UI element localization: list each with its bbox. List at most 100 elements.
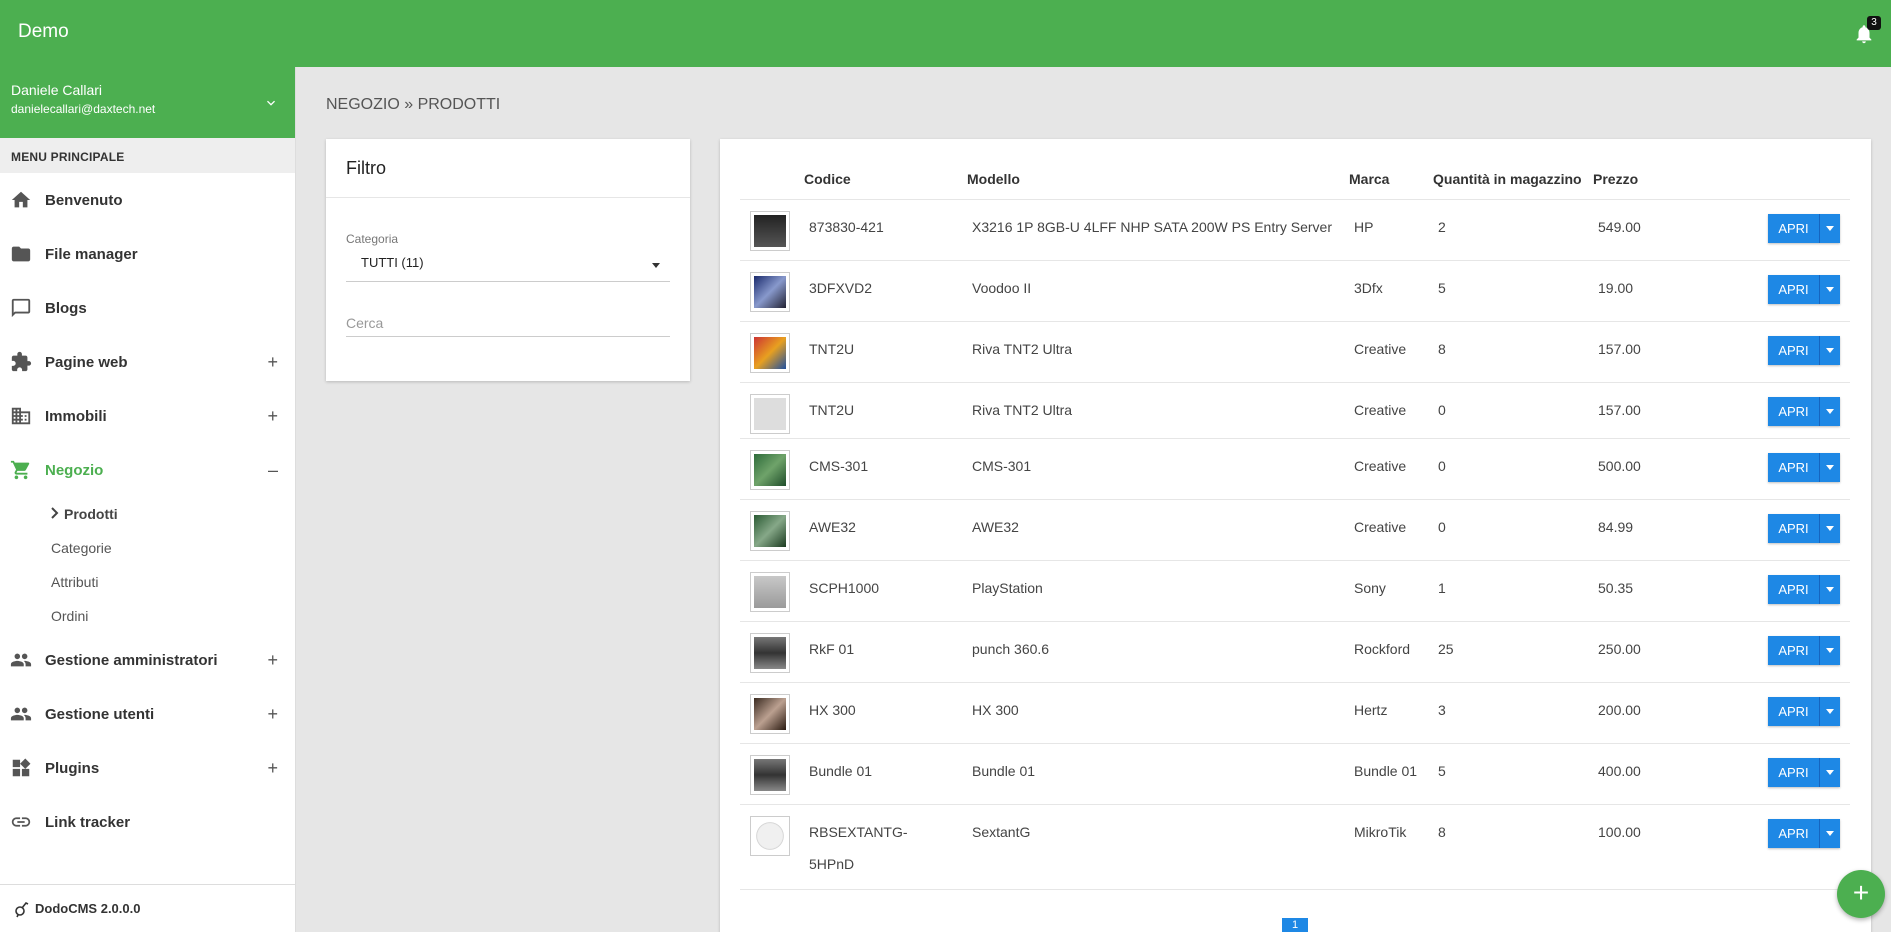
sidebar-item-immobili[interactable]: Immobili + — [0, 389, 295, 443]
open-button[interactable]: APRI — [1768, 214, 1820, 243]
dropdown-toggle-button[interactable] — [1820, 758, 1840, 787]
product-price: 19.00 — [1598, 280, 1634, 296]
sidebar-subitem-categorie[interactable]: Categorie — [0, 531, 295, 565]
header-qty[interactable]: Quantità in magazzino — [1433, 171, 1582, 187]
menu-header: MENU PRINCIPALE — [0, 138, 295, 173]
open-button[interactable]: APRI — [1768, 819, 1820, 848]
dropdown-toggle-button[interactable] — [1820, 575, 1840, 604]
open-button[interactable]: APRI — [1768, 336, 1820, 365]
sidebar-item-label: Gestione amministratori — [45, 651, 218, 669]
category-select-value: TUTTI (11) — [361, 255, 424, 270]
product-code: AWE32 — [809, 519, 856, 535]
product-code: CMS-301 — [809, 458, 869, 474]
open-button[interactable]: APRI — [1768, 453, 1820, 482]
dropdown-toggle-button[interactable] — [1820, 697, 1840, 726]
open-button[interactable]: APRI — [1768, 636, 1820, 665]
sidebar-item-pagine-web[interactable]: Pagine web + — [0, 335, 295, 389]
header-brand[interactable]: Marca — [1349, 171, 1389, 187]
product-image — [754, 454, 786, 486]
sidebar-item-file-manager[interactable]: File manager — [0, 227, 295, 281]
product-price: 200.00 — [1598, 702, 1641, 718]
row-actions: APRI — [1768, 214, 1840, 243]
open-button[interactable]: APRI — [1768, 575, 1820, 604]
category-select[interactable]: TUTTI (11) — [346, 248, 670, 282]
sidebar-subitem-ordini[interactable]: Ordini — [0, 599, 295, 633]
open-button[interactable]: APRI — [1768, 275, 1820, 304]
search-input[interactable] — [346, 309, 670, 337]
table-row: HX 300 HX 300 Hertz 3 200.00 APRI — [740, 683, 1850, 744]
dropdown-toggle-button[interactable] — [1820, 214, 1840, 243]
product-image — [754, 759, 786, 791]
open-button[interactable]: APRI — [1768, 397, 1820, 426]
product-code: Bundle 01 — [809, 763, 873, 779]
sidebar-item-link-tracker[interactable]: Link tracker — [0, 795, 295, 849]
product-qty: 8 — [1438, 824, 1446, 840]
product-qty: 0 — [1438, 458, 1446, 474]
link-icon — [10, 811, 32, 833]
expand-icon[interactable]: + — [267, 759, 278, 777]
user-profile[interactable]: Daniele Callari danielecallari@daxtech.n… — [0, 67, 295, 138]
expand-icon[interactable]: + — [267, 407, 278, 425]
header-price[interactable]: Prezzo — [1593, 171, 1638, 187]
comment-icon — [10, 297, 32, 319]
user-name: Daniele Callari — [11, 82, 103, 98]
header-model[interactable]: Modello — [967, 171, 1020, 187]
sidebar-item-label: Gestione utenti — [45, 705, 155, 723]
sidebar-item-blogs[interactable]: Blogs — [0, 281, 295, 335]
products-table-card: Codice Modello Marca Quantità in magazzi… — [720, 139, 1871, 932]
sidebar-item-negozio[interactable]: Negozio – — [0, 443, 295, 497]
row-actions: APRI — [1768, 575, 1840, 604]
dropdown-toggle-button[interactable] — [1820, 336, 1840, 365]
product-brand: Creative — [1354, 341, 1407, 357]
sidebar-subitem-attributi[interactable]: Attributi — [0, 565, 295, 599]
collapse-icon[interactable]: – — [268, 461, 278, 479]
table-row: CMS-301 CMS-301 Creative 0 500.00 APRI — [740, 439, 1850, 500]
product-brand: MikroTik — [1354, 824, 1407, 840]
dropdown-toggle-button[interactable] — [1820, 636, 1840, 665]
row-actions: APRI — [1768, 697, 1840, 726]
product-code: HX 300 — [809, 702, 856, 718]
table-row: 873830-421 X3216 1P 8GB-U 4LFF NHP SATA 2… — [740, 200, 1850, 261]
open-button[interactable]: APRI — [1768, 514, 1820, 543]
app-version: DodoCMS 2.0.0.0 — [35, 901, 141, 916]
sidebar-item-plugins[interactable]: Plugins + — [0, 741, 295, 795]
row-actions: APRI — [1768, 397, 1840, 426]
header-code[interactable]: Codice — [804, 171, 851, 187]
pagination-current-page[interactable]: 1 — [1282, 918, 1308, 932]
sidebar-item-benvenuto[interactable]: Benvenuto — [0, 173, 295, 227]
home-icon — [10, 189, 32, 211]
chevron-down-icon[interactable] — [263, 95, 279, 111]
sidebar-item-label: Immobili — [45, 407, 107, 425]
product-price: 157.00 — [1598, 341, 1641, 357]
sidebar-subitem-label: Prodotti — [64, 506, 118, 522]
dropdown-toggle-button[interactable] — [1820, 397, 1840, 426]
sidebar-item-label: Plugins — [45, 759, 100, 777]
table-header: Codice Modello Marca Quantità in magazzi… — [740, 139, 1850, 200]
people-icon — [10, 703, 32, 725]
dropdown-toggle-button[interactable] — [1820, 514, 1840, 543]
expand-icon[interactable]: + — [267, 651, 278, 669]
product-model: X3216 1P 8GB-U 4LFF NHP SATA 200W PS Ent… — [972, 219, 1333, 235]
dropdown-toggle-button[interactable] — [1820, 453, 1840, 482]
row-actions: APRI — [1768, 636, 1840, 665]
product-model: SextantG — [972, 824, 1031, 840]
chevron-right-icon — [50, 506, 62, 522]
product-qty: 5 — [1438, 763, 1446, 779]
breadcrumb: NEGOZIO » PRODOTTI — [326, 96, 501, 113]
sidebar-item-gestione-amministratori[interactable]: Gestione amministratori + — [0, 633, 295, 687]
open-button[interactable]: APRI — [1768, 697, 1820, 726]
open-button[interactable]: APRI — [1768, 758, 1820, 787]
category-label: Categoria — [346, 232, 399, 246]
expand-icon[interactable]: + — [267, 705, 278, 723]
sidebar-item-gestione-utenti[interactable]: Gestione utenti + — [0, 687, 295, 741]
product-qty: 5 — [1438, 280, 1446, 296]
expand-icon[interactable]: + — [267, 353, 278, 371]
product-image — [754, 215, 786, 247]
product-model: Riva TNT2 Ultra — [972, 402, 1073, 418]
sidebar-subitem-prodotti[interactable]: Prodotti — [0, 497, 295, 531]
dropdown-toggle-button[interactable] — [1820, 275, 1840, 304]
table-row: 3DFXVD2 Voodoo II 3Dfx 5 19.00 APRI — [740, 261, 1850, 322]
add-product-button[interactable]: + — [1837, 870, 1885, 918]
folder-icon — [10, 243, 32, 265]
dropdown-toggle-button[interactable] — [1820, 819, 1840, 848]
